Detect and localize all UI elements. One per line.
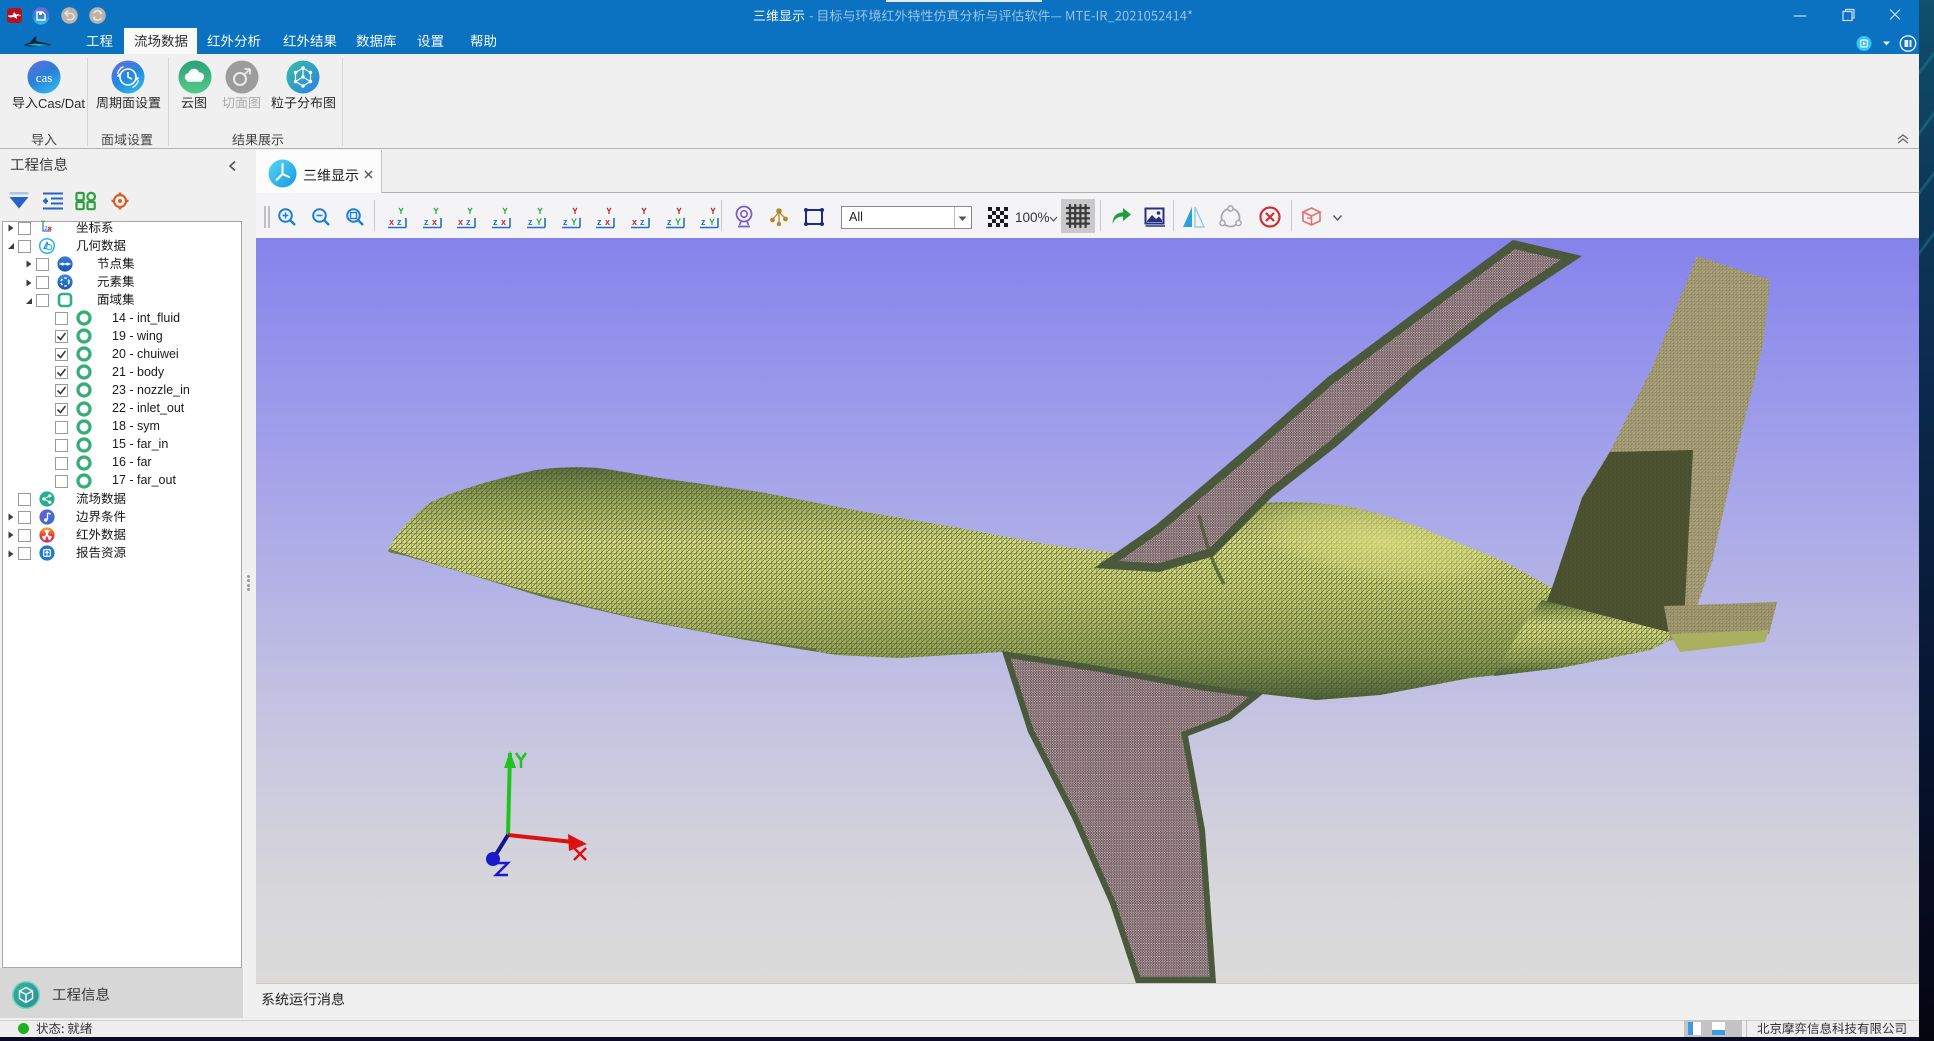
svg-text:x: x — [501, 217, 506, 227]
svg-text:x: x — [632, 217, 637, 227]
svg-text:z: z — [563, 217, 568, 227]
svg-text:z: z — [701, 217, 706, 227]
svg-text:z: z — [667, 217, 672, 227]
svg-text:Y: Y — [571, 217, 577, 227]
svg-text:Y: Y — [536, 217, 542, 227]
svg-text:cas: cas — [36, 70, 53, 85]
svg-text:z: z — [424, 217, 429, 227]
svg-text:x: x — [389, 217, 394, 227]
svg-text:x: x — [432, 217, 437, 227]
svg-text:Y: Y — [675, 217, 681, 227]
svg-text:z: z — [466, 217, 471, 227]
svg-text:Y: Y — [709, 217, 715, 227]
svg-text:x: x — [458, 217, 463, 227]
svg-text:z: z — [528, 217, 533, 227]
svg-text:z: z — [597, 217, 602, 227]
svg-text:z: z — [493, 217, 498, 227]
svg-text:z: z — [397, 217, 402, 227]
svg-text:x: x — [605, 217, 610, 227]
svg-text:z: z — [45, 225, 48, 232]
svg-text:z: z — [640, 217, 645, 227]
